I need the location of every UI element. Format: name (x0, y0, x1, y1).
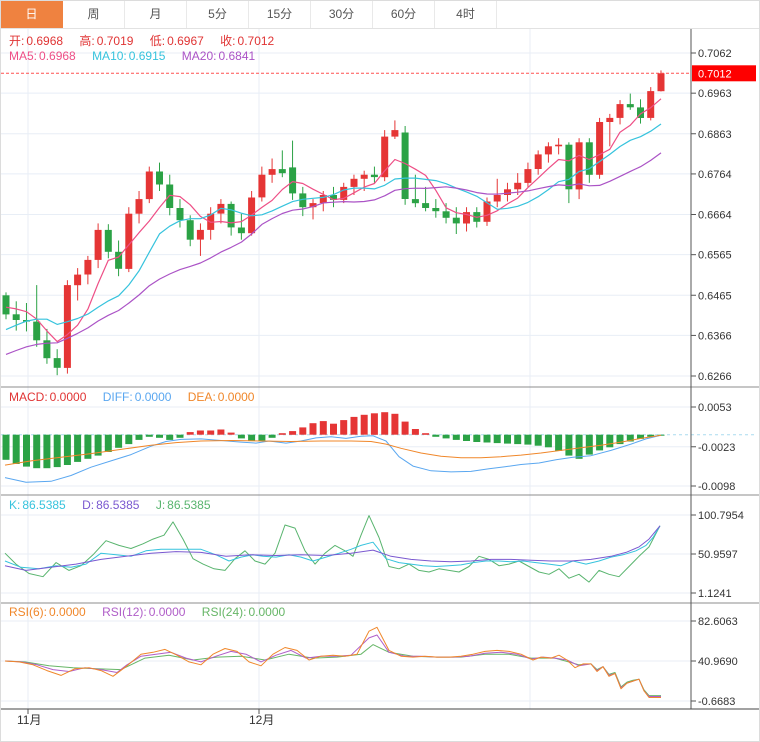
ohlc-readout: 开:0.6968 高:0.7019 低:0.6967 收:0.7012 (9, 32, 287, 49)
svg-text:0.6664: 0.6664 (698, 210, 732, 222)
tab-15min[interactable]: 15分 (249, 1, 311, 28)
svg-text:0.6963: 0.6963 (698, 88, 732, 100)
high-value: 0.7019 (97, 34, 134, 48)
svg-text:0.6266: 0.6266 (698, 371, 732, 383)
macd-label: MACD: (9, 390, 48, 404)
close-label: 收: (220, 34, 235, 48)
k-label: K: (9, 498, 20, 512)
j-value: 86.5385 (167, 498, 210, 512)
dea-value: 0.0000 (218, 390, 255, 404)
kdj-readout: K:86.5385 D:86.5385 J:86.5385 (9, 498, 224, 512)
svg-text:0.6565: 0.6565 (698, 250, 732, 262)
tab-4hour[interactable]: 4时 (435, 1, 497, 28)
svg-text:11月: 11月 (17, 713, 41, 727)
ma5-value: 0.6968 (39, 49, 76, 63)
svg-text:0.6863: 0.6863 (698, 129, 732, 141)
svg-text:1.1241: 1.1241 (698, 588, 732, 600)
d-value: 86.5385 (96, 498, 139, 512)
timeframe-tabbar: 日 周 月 5分 15分 30分 60分 4时 (1, 1, 759, 29)
svg-text:50.9597: 50.9597 (698, 549, 738, 561)
close-value: 0.7012 (238, 34, 275, 48)
diff-value: 0.0000 (135, 390, 172, 404)
low-value: 0.6967 (167, 34, 204, 48)
svg-text:0.6366: 0.6366 (698, 330, 732, 342)
k-value: 86.5385 (22, 498, 65, 512)
tab-5min[interactable]: 5分 (187, 1, 249, 28)
ma10-label: MA10: (92, 49, 127, 63)
ma-readout: MA5:0.6968 MA10:0.6915 MA20:0.6841 (9, 49, 268, 63)
svg-text:0.0053: 0.0053 (698, 402, 732, 414)
rsi12-value: 0.0000 (149, 605, 186, 619)
svg-text:-0.0098: -0.0098 (698, 481, 735, 493)
tab-month[interactable]: 月 (125, 1, 187, 28)
svg-text:0.7062: 0.7062 (698, 48, 732, 60)
svg-text:12月: 12月 (249, 713, 274, 727)
rsi24-value: 0.0000 (248, 605, 285, 619)
trading-chart-app: 0.7062 0.6963 0.6863 0.6764 0.6664 0.6565 0.64… (0, 0, 760, 742)
open-label: 开: (9, 34, 24, 48)
tab-60min[interactable]: 60分 (373, 1, 435, 28)
tab-30min[interactable]: 30分 (311, 1, 373, 28)
rsi12-label: RSI(12): (102, 605, 147, 619)
ma5-label: MA5: (9, 49, 37, 63)
open-value: 0.6968 (26, 34, 63, 48)
rsi6-value: 0.0000 (49, 605, 86, 619)
chart-canvas[interactable]: 0.7062 0.6963 0.6863 0.6764 0.6664 0.6565 0.64… (1, 1, 759, 741)
svg-text:-0.0023: -0.0023 (698, 442, 735, 454)
ma20-value: 0.6841 (218, 49, 255, 63)
j-label: J: (156, 498, 165, 512)
svg-text:40.9690: 40.9690 (698, 656, 738, 668)
ma20-label: MA20: (182, 49, 217, 63)
svg-text:0.6764: 0.6764 (698, 169, 732, 181)
low-label: 低: (150, 34, 165, 48)
svg-text:0.6465: 0.6465 (698, 290, 732, 302)
high-label: 高: (79, 34, 94, 48)
d-label: D: (82, 498, 94, 512)
svg-text:82.6063: 82.6063 (698, 616, 738, 628)
rsi6-label: RSI(6): (9, 605, 47, 619)
rsi-readout: RSI(6):0.0000 RSI(12):0.0000 RSI(24):0.0… (9, 605, 298, 619)
macd-readout: MACD:0.0000 DIFF:0.0000 DEA:0.0000 (9, 390, 267, 404)
svg-text:0.7012: 0.7012 (698, 68, 732, 80)
diff-label: DIFF: (103, 390, 133, 404)
svg-text:-0.6683: -0.6683 (698, 696, 735, 708)
rsi24-label: RSI(24): (202, 605, 247, 619)
tab-week[interactable]: 周 (63, 1, 125, 28)
svg-text:100.7954: 100.7954 (698, 510, 744, 522)
ma10-value: 0.6915 (129, 49, 166, 63)
macd-value: 0.0000 (50, 390, 87, 404)
tab-day[interactable]: 日 (1, 1, 63, 28)
dea-label: DEA: (188, 390, 216, 404)
